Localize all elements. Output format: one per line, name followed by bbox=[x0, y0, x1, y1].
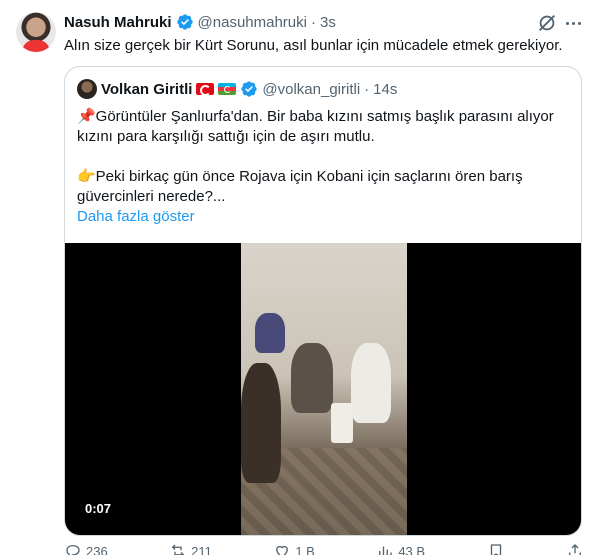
retweet-button[interactable]: 211 bbox=[169, 543, 212, 555]
like-button[interactable]: 1 B bbox=[273, 543, 315, 555]
author-avatar[interactable] bbox=[16, 12, 56, 52]
quote-time[interactable]: 14s bbox=[373, 81, 397, 98]
quote-author-avatar[interactable] bbox=[77, 79, 97, 99]
grok-icon[interactable] bbox=[536, 12, 558, 34]
tweet-header: Nasuh Mahruki @nasuhmahruki · 3s bbox=[64, 12, 336, 32]
retweet-icon bbox=[171, 544, 185, 555]
quote-text: 📌Görüntüler Şanlıurfa'dan. Bir baba kızı… bbox=[77, 107, 571, 227]
bookmark-button[interactable] bbox=[487, 543, 505, 555]
views-icon bbox=[379, 546, 392, 555]
tweet-text: Alın size gerçek bir Kürt Sorunu, asıl b… bbox=[64, 37, 563, 54]
video-player[interactable]: 0:07 bbox=[65, 243, 581, 535]
verified-badge-icon bbox=[241, 81, 258, 97]
more-icon[interactable] bbox=[562, 12, 584, 34]
share-icon bbox=[569, 544, 581, 555]
turkey-flag-icon bbox=[196, 83, 215, 96]
retweet-count: 211 bbox=[191, 543, 212, 555]
quote-line-1: 📌Görüntüler Şanlıurfa'dan. Bir baba kızı… bbox=[77, 108, 554, 145]
quote-author-name[interactable]: Volkan Giritli bbox=[101, 81, 192, 98]
views-button[interactable]: 43 B bbox=[376, 543, 425, 555]
verified-badge-icon bbox=[176, 14, 193, 30]
quote-line-2: 👉Peki birkaç gün önce Rojava için Kobani… bbox=[77, 168, 523, 205]
bookmark-icon bbox=[490, 544, 501, 555]
heart-icon bbox=[276, 545, 289, 555]
quoted-tweet[interactable]: Volkan Giritli @volkan_giritli · 14s 📌Gö… bbox=[64, 66, 582, 536]
tweet-time[interactable]: 3s bbox=[320, 14, 336, 31]
separator-dot: · bbox=[364, 80, 370, 98]
like-count: 1 B bbox=[295, 543, 315, 555]
quote-header: Volkan Giritli @volkan_giritli · 14s bbox=[77, 79, 397, 99]
reply-count: 236 bbox=[86, 543, 108, 555]
quote-author-handle[interactable]: @volkan_giritli bbox=[262, 81, 360, 98]
show-more-link[interactable]: Daha fazla göster bbox=[77, 207, 571, 227]
author-handle[interactable]: @nasuhmahruki bbox=[198, 14, 307, 31]
views-count: 43 B bbox=[398, 543, 426, 555]
tweet[interactable]: Nasuh Mahruki @nasuhmahruki · 3s Alın si… bbox=[0, 0, 600, 555]
video-timestamp: 0:07 bbox=[85, 501, 112, 516]
azerbaijan-flag-icon bbox=[218, 83, 237, 95]
reply-button[interactable]: 236 bbox=[64, 543, 108, 555]
separator-dot: · bbox=[310, 13, 316, 31]
share-button[interactable] bbox=[566, 543, 584, 555]
action-bar: 236 211 1 B 43 B bbox=[64, 543, 584, 555]
author-name[interactable]: Nasuh Mahruki bbox=[64, 14, 172, 31]
video-frame bbox=[241, 243, 407, 535]
reply-icon bbox=[66, 545, 80, 555]
